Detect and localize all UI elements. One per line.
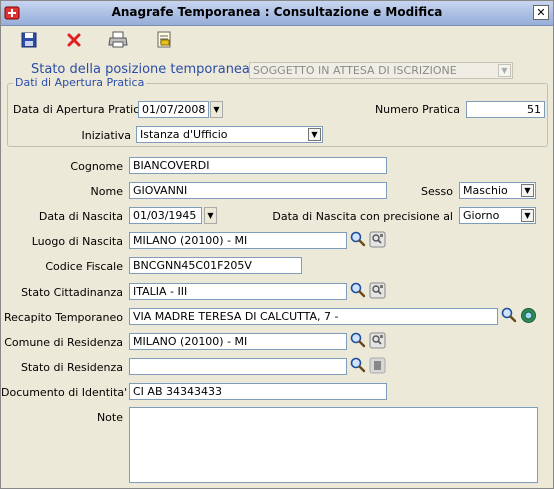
report-button[interactable] bbox=[152, 29, 176, 53]
globe-icon bbox=[520, 307, 537, 327]
luogo-lookup-button[interactable] bbox=[369, 231, 386, 251]
comune-search-button[interactable] bbox=[349, 332, 366, 351]
print-icon bbox=[108, 31, 128, 52]
chevron-down-icon: ▼ bbox=[308, 128, 321, 141]
sesso-label: Sesso bbox=[421, 185, 453, 198]
nome-label: Nome bbox=[90, 185, 123, 198]
delete-icon bbox=[66, 32, 82, 51]
cittadinanza-lookup-button[interactable] bbox=[369, 282, 386, 302]
note-textarea[interactable] bbox=[129, 407, 538, 483]
luogo-nascita-label: Luogo di Nascita bbox=[31, 235, 123, 248]
precisione-select[interactable]: Giorno ▼ bbox=[459, 207, 536, 224]
chevron-down-icon: ▼ bbox=[521, 184, 534, 197]
stato-value: SOGGETTO IN ATTESA DI ISCRIZIONE bbox=[253, 64, 457, 77]
toolbar bbox=[1, 26, 553, 56]
recapito-search-button[interactable] bbox=[500, 307, 517, 326]
comune-residenza-input[interactable]: MILANO (20100) - MI bbox=[129, 333, 347, 350]
data-apertura-calendar-button[interactable]: ▼ bbox=[210, 101, 223, 118]
data-nascita-input[interactable]: 01/03/1945 bbox=[129, 207, 202, 224]
search-icon bbox=[501, 307, 517, 326]
stato-select[interactable]: SOGGETTO IN ATTESA DI ISCRIZIONE ▼ bbox=[249, 62, 513, 79]
chevron-down-icon: ▼ bbox=[207, 211, 214, 220]
codice-fiscale-label: Codice Fiscale bbox=[45, 260, 123, 273]
cognome-label: Cognome bbox=[70, 160, 123, 173]
stato-residenza-label: Stato di Residenza bbox=[20, 361, 123, 374]
data-nascita-calendar-button[interactable]: ▼ bbox=[204, 207, 217, 224]
close-button[interactable]: ✕ bbox=[533, 5, 549, 20]
cognome-input[interactable]: BIANCOVERDI bbox=[129, 157, 387, 174]
luogo-nascita-input[interactable]: MILANO (20100) - MI bbox=[129, 232, 347, 249]
main-window: Anagrafe Temporanea : Consultazione e Mo… bbox=[0, 0, 554, 489]
documento-label: Documento di Identita' bbox=[1, 386, 128, 399]
iniziativa-value: Istanza d'Ufficio bbox=[140, 128, 228, 141]
iniziativa-select[interactable]: Istanza d'Ufficio ▼ bbox=[136, 126, 323, 143]
numero-pratica-input[interactable]: 51 bbox=[466, 101, 545, 118]
documento-input[interactable]: CI AB 34343433 bbox=[129, 383, 387, 400]
cittadinanza-search-button[interactable] bbox=[349, 282, 366, 301]
window-title: Anagrafe Temporanea : Consultazione e Mo… bbox=[111, 5, 443, 19]
search-icon bbox=[350, 357, 366, 376]
save-icon bbox=[21, 32, 37, 51]
nome-input[interactable]: GIOVANNI bbox=[129, 182, 387, 199]
recapito-map-button[interactable] bbox=[520, 307, 537, 327]
print-button[interactable] bbox=[106, 29, 130, 53]
sesso-select[interactable]: Maschio ▼ bbox=[459, 182, 536, 199]
lookup-icon bbox=[369, 282, 386, 302]
save-button[interactable] bbox=[17, 29, 41, 53]
precisione-label: Data di Nascita con precisione al bbox=[272, 210, 453, 223]
title-bar: Anagrafe Temporanea : Consultazione e Mo… bbox=[1, 1, 553, 26]
lookup-disabled-icon bbox=[369, 357, 386, 377]
data-apertura-label: Data di Apertura Pratica bbox=[13, 103, 146, 116]
recapito-label: Recapito Temporaneo bbox=[3, 311, 123, 324]
recapito-input[interactable]: VIA MADRE TERESA DI CALCUTTA, 7 - bbox=[129, 308, 498, 325]
chevron-down-icon: ▼ bbox=[521, 209, 534, 222]
data-apertura-input[interactable]: 01/07/2008 bbox=[138, 101, 209, 118]
numero-pratica-label: Numero Pratica bbox=[374, 103, 460, 116]
cittadinanza-label: Stato Cittadinanza bbox=[21, 286, 123, 299]
search-icon bbox=[350, 231, 366, 250]
search-icon bbox=[350, 332, 366, 351]
precisione-value: Giorno bbox=[463, 209, 500, 222]
luogo-search-button[interactable] bbox=[349, 231, 366, 250]
data-nascita-label: Data di Nascita bbox=[38, 210, 123, 223]
report-icon bbox=[155, 31, 173, 52]
search-icon bbox=[350, 282, 366, 301]
codice-fiscale-input[interactable]: BNCGNN45C01F205V bbox=[129, 257, 302, 274]
stato-residenza-search-button[interactable] bbox=[349, 357, 366, 376]
chevron-down-icon: ▼ bbox=[213, 105, 220, 114]
chevron-down-icon: ▼ bbox=[498, 64, 511, 77]
stato-label: Stato della posizione temporanea bbox=[31, 62, 250, 77]
cittadinanza-input[interactable]: ITALIA - III bbox=[129, 283, 347, 300]
comune-lookup-button[interactable] bbox=[369, 332, 386, 352]
stato-residenza-input[interactable] bbox=[129, 358, 347, 375]
delete-button[interactable] bbox=[62, 29, 86, 53]
lookup-icon bbox=[369, 332, 386, 352]
stato-residenza-lookup-button[interactable] bbox=[369, 357, 386, 377]
note-label: Note bbox=[96, 411, 123, 424]
lookup-icon bbox=[369, 231, 386, 251]
comune-residenza-label: Comune di Residenza bbox=[4, 336, 123, 349]
apertura-legend: Dati di Apertura Pratica bbox=[13, 76, 147, 89]
close-icon: ✕ bbox=[536, 6, 546, 19]
sesso-value: Maschio bbox=[463, 184, 508, 197]
iniziativa-label: Iniziativa bbox=[81, 129, 131, 142]
